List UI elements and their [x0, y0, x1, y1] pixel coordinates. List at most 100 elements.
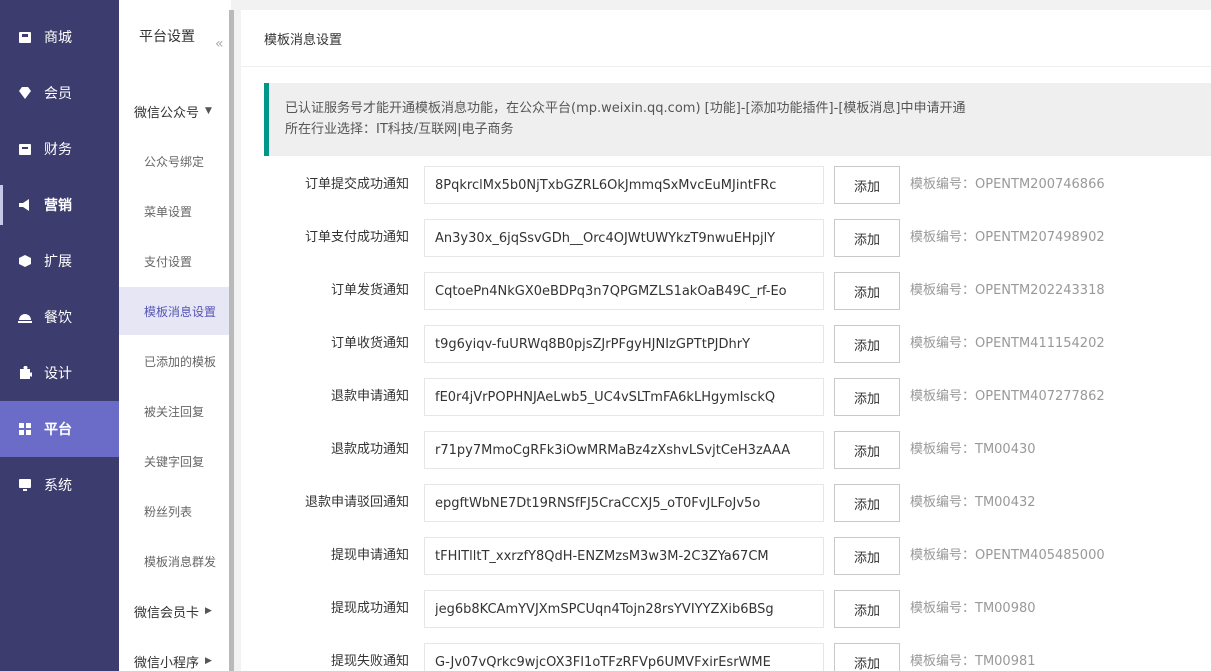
nav-label: 平台	[44, 422, 72, 438]
template-row: 退款申请通知 添加 模板编号：OPENTM407277862	[241, 378, 1211, 416]
sub-item-added-templates[interactable]: 已添加的模板	[119, 337, 231, 385]
caret-right-icon: ▶	[205, 656, 212, 666]
monitor-icon	[18, 478, 32, 492]
nav-item-extend[interactable]: 扩展	[0, 233, 119, 289]
sub-item-account-binding[interactable]: 公众号绑定	[119, 137, 231, 185]
add-button[interactable]: 添加	[834, 272, 900, 310]
notice-box: 已认证服务号才能开通模板消息功能，在公众平台(mp.weixin.qq.com)…	[264, 83, 1211, 156]
dish-icon	[18, 310, 32, 324]
nav-label: 营销	[44, 198, 72, 214]
top-gap	[234, 0, 1211, 10]
template-row: 提现申请通知 添加 模板编号：OPENTM405485000	[241, 537, 1211, 575]
nav-label: 会员	[44, 86, 72, 102]
row-label: 提现失败通知	[330, 654, 409, 669]
add-button[interactable]: 添加	[834, 166, 900, 204]
template-code: 模板编号：OPENTM202243318	[910, 283, 1105, 298]
template-code: 模板编号：TM00432	[910, 495, 1036, 510]
sub-item-follow-reply[interactable]: 被关注回复	[119, 387, 231, 435]
template-row: 订单收货通知 添加 模板编号：OPENTM411154202	[241, 325, 1211, 363]
template-id-input[interactable]	[424, 590, 824, 628]
template-code: 模板编号：OPENTM207498902	[910, 230, 1105, 245]
sub-item-template-settings[interactable]: 模板消息设置	[119, 287, 231, 335]
template-row: 提现失败通知 添加 模板编号：TM00981	[241, 643, 1211, 671]
row-label: 提现申请通知	[330, 548, 409, 563]
row-label: 提现成功通知	[330, 601, 409, 616]
nav-label: 设计	[44, 366, 72, 382]
add-button[interactable]: 添加	[834, 325, 900, 363]
diamond-icon	[18, 86, 32, 100]
template-id-input[interactable]	[424, 484, 824, 522]
sub-nav: 平台设置 « 微信公众号 ▼ 公众号绑定 菜单设置 支付设置 模板消息设置 已添…	[119, 0, 231, 671]
nav-item-system[interactable]: 系统	[0, 457, 119, 513]
template-id-input[interactable]	[424, 431, 824, 469]
template-code: 模板编号：TM00981	[910, 654, 1036, 669]
title-divider	[241, 66, 1211, 67]
add-button[interactable]: 添加	[834, 219, 900, 257]
row-label: 订单提交成功通知	[304, 177, 409, 192]
notice-line: 已认证服务号才能开通模板消息功能，在公众平台(mp.weixin.qq.com)…	[285, 101, 966, 116]
shop-icon	[18, 30, 32, 44]
nav-label: 扩展	[44, 254, 72, 270]
row-label: 退款成功通知	[330, 442, 409, 457]
template-id-input[interactable]	[424, 272, 824, 310]
row-label: 订单支付成功通知	[304, 230, 409, 245]
row-label: 退款申请通知	[330, 389, 409, 404]
add-button[interactable]: 添加	[834, 378, 900, 416]
nav-item-design[interactable]: 设计	[0, 345, 119, 401]
template-id-input[interactable]	[424, 378, 824, 416]
nav-label: 餐饮	[44, 310, 72, 326]
template-id-input[interactable]	[424, 537, 824, 575]
collapse-sidebar-icon[interactable]: «	[215, 36, 227, 58]
sub-group-label: 微信会员卡	[134, 605, 200, 621]
sub-item-fans-list[interactable]: 粉丝列表	[119, 487, 231, 535]
puzzle-icon	[18, 366, 32, 380]
template-row: 退款申请驳回通知 添加 模板编号：TM00432	[241, 484, 1211, 522]
template-row: 提现成功通知 添加 模板编号：TM00980	[241, 590, 1211, 628]
add-button[interactable]: 添加	[834, 484, 900, 522]
template-id-input[interactable]	[424, 219, 824, 257]
grid-icon	[18, 422, 32, 436]
nav-label: 系统	[44, 478, 72, 494]
sidebar-scrollbar[interactable]	[229, 10, 234, 671]
page-title: 模板消息设置	[264, 32, 343, 48]
caret-right-icon: ▶	[205, 606, 212, 616]
nav-item-marketing[interactable]: 营销	[0, 177, 119, 233]
main-nav: 商城 会员 财务 营销 扩展 餐饮 设计 平台 系统	[0, 0, 119, 671]
template-code: 模板编号：OPENTM405485000	[910, 548, 1105, 563]
sub-group-label: 微信公众号	[134, 105, 200, 121]
template-code: 模板编号：TM00980	[910, 601, 1036, 616]
row-label: 订单收货通知	[330, 336, 409, 351]
template-row: 订单支付成功通知 添加 模板编号：OPENTM207498902	[241, 219, 1211, 257]
nav-label: 财务	[44, 142, 72, 158]
sub-group-wechat-card[interactable]: 微信会员卡 ▶	[119, 591, 231, 631]
template-id-input[interactable]	[424, 166, 824, 204]
add-button[interactable]: 添加	[834, 643, 900, 671]
sub-group-wechat-official[interactable]: 微信公众号 ▼	[119, 91, 231, 131]
sub-item-keyword-reply[interactable]: 关键字回复	[119, 437, 231, 485]
template-id-input[interactable]	[424, 643, 824, 671]
template-code: 模板编号：OPENTM200746866	[910, 177, 1105, 192]
sub-group-wechat-miniapp[interactable]: 微信小程序 ▶	[119, 641, 231, 671]
row-label: 订单发货通知	[330, 283, 409, 298]
add-button[interactable]: 添加	[834, 590, 900, 628]
nav-item-shop[interactable]: 商城	[0, 9, 119, 65]
add-button[interactable]: 添加	[834, 537, 900, 575]
nav-item-platform[interactable]: 平台	[0, 401, 119, 457]
template-code: 模板编号：TM00430	[910, 442, 1036, 457]
nav-item-finance[interactable]: 财务	[0, 121, 119, 177]
template-code: 模板编号：OPENTM407277862	[910, 389, 1105, 404]
template-row: 订单提交成功通知 添加 模板编号：OPENTM200746866	[241, 166, 1211, 204]
template-row: 退款成功通知 添加 模板编号：TM00430	[241, 431, 1211, 469]
notice-line: 所在行业选择：IT科技/互联网|电子商务	[285, 122, 514, 137]
nav-label: 商城	[44, 30, 72, 46]
template-id-input[interactable]	[424, 325, 824, 363]
sub-item-payment-settings[interactable]: 支付设置	[119, 237, 231, 285]
caret-down-icon: ▼	[205, 106, 212, 116]
add-button[interactable]: 添加	[834, 431, 900, 469]
nav-item-member[interactable]: 会员	[0, 65, 119, 121]
nav-item-catering[interactable]: 餐饮	[0, 289, 119, 345]
sub-item-template-broadcast[interactable]: 模板消息群发	[119, 537, 231, 585]
sub-item-menu-settings[interactable]: 菜单设置	[119, 187, 231, 235]
row-label: 退款申请驳回通知	[304, 495, 409, 510]
content-panel: 模板消息设置 已认证服务号才能开通模板消息功能，在公众平台(mp.weixin.…	[241, 10, 1211, 671]
